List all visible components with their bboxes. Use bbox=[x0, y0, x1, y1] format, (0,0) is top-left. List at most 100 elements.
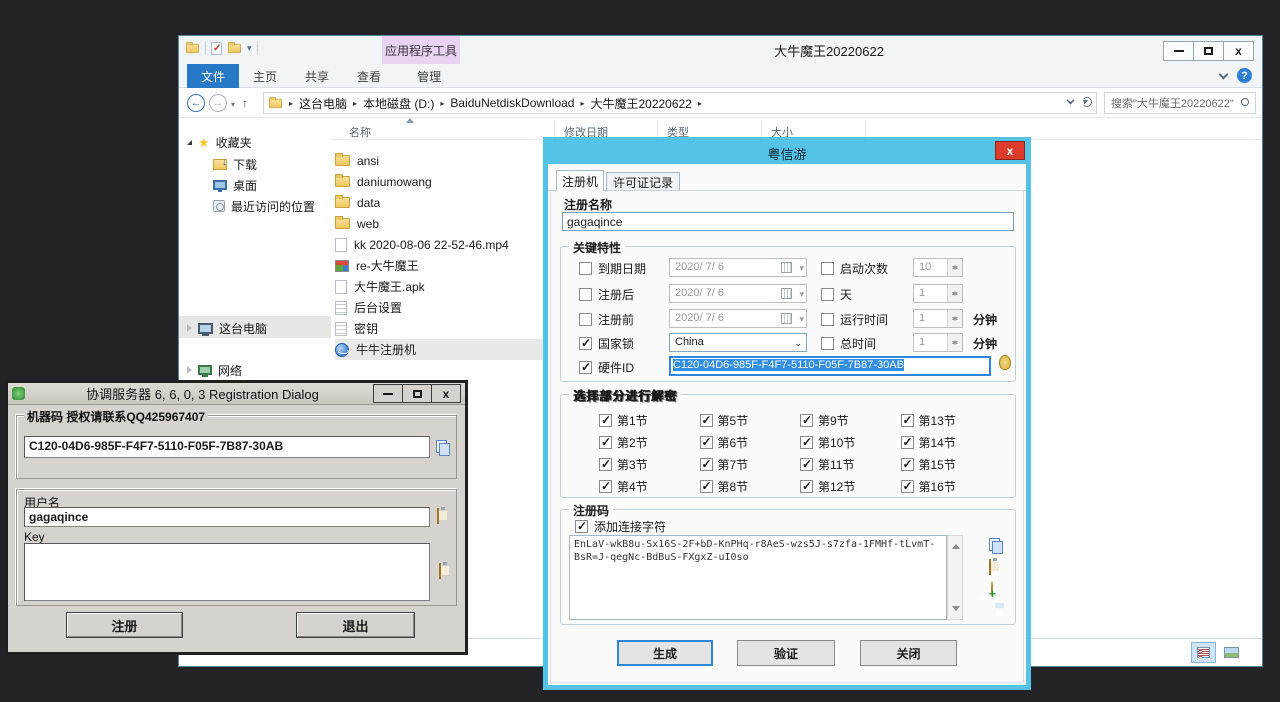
sidebar-item-downloads[interactable]: 下载 bbox=[213, 154, 257, 174]
add-separator-row[interactable]: 添加连接字符 bbox=[575, 518, 666, 535]
exit-button[interactable]: 退出 bbox=[296, 612, 415, 638]
after-reg-date-field[interactable]: 2020/ 7/ 6▾ bbox=[669, 284, 807, 303]
column-name[interactable]: 名称 bbox=[349, 124, 371, 140]
file-row[interactable]: ansi bbox=[335, 150, 379, 171]
close-dialog-button[interactable]: 关闭 bbox=[860, 640, 957, 666]
section-checkbox-item[interactable]: 第2节 bbox=[599, 431, 700, 453]
breadcrumb-item[interactable]: BaiduNetdiskDownload bbox=[434, 96, 574, 110]
section-checkbox-item[interactable]: 第13节 bbox=[901, 409, 1002, 431]
launch-count-checkbox[interactable] bbox=[821, 262, 834, 275]
file-row[interactable]: daniumowang bbox=[335, 171, 432, 192]
close-button[interactable]: x bbox=[431, 384, 461, 403]
sidebar-item-desktop[interactable]: 桌面 bbox=[213, 175, 257, 195]
section-checkbox-item[interactable]: 第16节 bbox=[901, 475, 1002, 497]
search-icon[interactable] bbox=[1241, 98, 1249, 106]
section-checkbox-item[interactable]: 第5节 bbox=[700, 409, 801, 431]
before-reg-date-field[interactable]: 2020/ 7/ 6▾ bbox=[669, 309, 807, 328]
file-row[interactable]: 密钥 bbox=[335, 318, 378, 339]
section-checkbox-item[interactable]: 第11节 bbox=[800, 453, 901, 475]
breadcrumb-item[interactable]: 本地磁盘 (D:) bbox=[347, 95, 434, 112]
runtime-checkbox[interactable] bbox=[821, 313, 834, 326]
ribbon-expand-icon[interactable] bbox=[1219, 69, 1229, 79]
spinner-buttons-icon[interactable] bbox=[947, 285, 962, 302]
help-icon[interactable]: ? bbox=[1237, 68, 1252, 83]
section-checkbox-item[interactable]: 第6节 bbox=[700, 431, 801, 453]
keygen-titlebar[interactable]: 粤信游 x bbox=[548, 142, 1026, 164]
maximize-button[interactable] bbox=[1193, 41, 1224, 61]
country-lock-checkbox[interactable] bbox=[579, 337, 592, 350]
expander-open-icon[interactable] bbox=[187, 140, 192, 145]
breadcrumb[interactable]: 这台电脑 本地磁盘 (D:) BaiduNetdiskDownload 大牛魔王… bbox=[263, 92, 1097, 114]
hardware-id-field[interactable]: C120-04D6-985F-F4F7-5110-F05F-7B87-30AB bbox=[669, 356, 991, 376]
forward-button[interactable]: → bbox=[209, 94, 227, 112]
total-time-spinner[interactable]: 1 bbox=[913, 333, 963, 352]
tab-keygen[interactable]: 注册机 bbox=[556, 170, 604, 191]
spinner-buttons-icon[interactable] bbox=[947, 310, 962, 327]
total-time-checkbox[interactable] bbox=[821, 337, 834, 350]
file-row[interactable]: web bbox=[335, 213, 379, 234]
paste-icon[interactable] bbox=[989, 559, 991, 575]
machine-code-field[interactable]: C120-04D6-985F-F4F7-5110-F05F-7B87-30AB bbox=[24, 436, 430, 458]
tab-manage[interactable]: 管理 bbox=[403, 64, 455, 88]
expander-closed-icon[interactable] bbox=[187, 324, 192, 332]
hardware-id-checkbox[interactable] bbox=[579, 361, 592, 374]
breadcrumb-item[interactable]: 大牛魔王20220622 bbox=[574, 95, 691, 112]
details-view-button[interactable] bbox=[1191, 642, 1216, 663]
file-row[interactable]: 后台设置 bbox=[335, 297, 402, 318]
reg-name-input[interactable]: gagaqince bbox=[562, 212, 1014, 231]
address-dropdown-icon[interactable] bbox=[1067, 97, 1075, 105]
search-box[interactable]: 搜索"大牛魔王20220622" bbox=[1104, 92, 1256, 114]
paste-icon[interactable] bbox=[439, 563, 441, 579]
register-button[interactable]: 注册 bbox=[66, 612, 183, 638]
tab-file[interactable]: 文件 bbox=[187, 64, 239, 88]
generate-button[interactable]: 生成 bbox=[617, 640, 713, 666]
folder-icon[interactable] bbox=[186, 43, 199, 52]
properties-icon[interactable] bbox=[211, 42, 222, 55]
regcode-textarea[interactable]: EnLaV-wkB8u-Sx16S-2F+bD-KnPHq-r8AeS-wzs5… bbox=[569, 535, 947, 620]
close-button[interactable]: x bbox=[995, 141, 1025, 160]
launch-count-spinner[interactable]: 10 bbox=[913, 258, 963, 277]
paste-icon[interactable] bbox=[437, 508, 439, 524]
minimize-button[interactable] bbox=[1163, 41, 1194, 61]
file-row[interactable]: kk 2020-08-06 22-52-46.mp4 bbox=[335, 234, 509, 255]
registration-dialog-titlebar[interactable]: 协调服务器 6, 6, 0, 3 Registration Dialog x bbox=[8, 383, 465, 405]
days-spinner[interactable]: 1 bbox=[913, 284, 963, 303]
breadcrumb-item[interactable]: 这台电脑 bbox=[283, 95, 347, 112]
tab-view[interactable]: 查看 bbox=[343, 64, 395, 88]
back-button[interactable]: ← bbox=[187, 94, 205, 112]
expiry-date-checkbox[interactable] bbox=[579, 262, 592, 275]
verify-button[interactable]: 验证 bbox=[737, 640, 835, 666]
section-checkbox-item[interactable]: 第12节 bbox=[800, 475, 901, 497]
section-checkbox-item[interactable]: 第1节 bbox=[599, 409, 700, 431]
chevron-down-icon[interactable]: ▾ bbox=[247, 43, 252, 54]
minimize-button[interactable] bbox=[373, 384, 403, 403]
add-key-icon[interactable] bbox=[991, 581, 993, 597]
file-row[interactable]: 大牛魔王.apk bbox=[335, 276, 425, 297]
section-checkbox-item[interactable]: 第15节 bbox=[901, 453, 1002, 475]
fingerprint-icon[interactable] bbox=[999, 355, 1011, 370]
sidebar-item-favorites[interactable]: ★ 收藏夹 bbox=[187, 132, 252, 152]
section-checkbox-item[interactable]: 第9节 bbox=[800, 409, 901, 431]
section-checkbox-item[interactable]: 第7节 bbox=[700, 453, 801, 475]
up-button[interactable]: ↑ bbox=[242, 96, 248, 110]
section-checkbox-item[interactable]: 第10节 bbox=[800, 431, 901, 453]
sidebar-item-network[interactable]: 网络 bbox=[187, 360, 242, 380]
maximize-button[interactable] bbox=[402, 384, 432, 403]
add-separator-checkbox[interactable] bbox=[575, 520, 588, 533]
runtime-spinner[interactable]: 1 bbox=[913, 309, 963, 328]
section-checkbox-item[interactable]: 第3节 bbox=[599, 453, 700, 475]
thumbnail-view-button[interactable] bbox=[1219, 642, 1244, 663]
vertical-scrollbar[interactable] bbox=[947, 535, 963, 620]
sidebar-item-this-pc[interactable]: 这台电脑 bbox=[187, 318, 267, 338]
section-checkbox-item[interactable]: 第14节 bbox=[901, 431, 1002, 453]
after-reg-checkbox[interactable] bbox=[579, 288, 592, 301]
tab-share[interactable]: 共享 bbox=[291, 64, 343, 88]
new-folder-icon[interactable] bbox=[228, 43, 241, 52]
section-checkbox-item[interactable]: 第8节 bbox=[700, 475, 801, 497]
key-field[interactable] bbox=[24, 543, 430, 601]
username-field[interactable]: gagaqince bbox=[24, 507, 430, 527]
days-checkbox[interactable] bbox=[821, 288, 834, 301]
sidebar-item-recent-places[interactable]: 最近访问的位置 bbox=[213, 196, 315, 216]
refresh-icon[interactable] bbox=[1082, 97, 1092, 107]
spinner-buttons-icon[interactable] bbox=[947, 259, 962, 276]
